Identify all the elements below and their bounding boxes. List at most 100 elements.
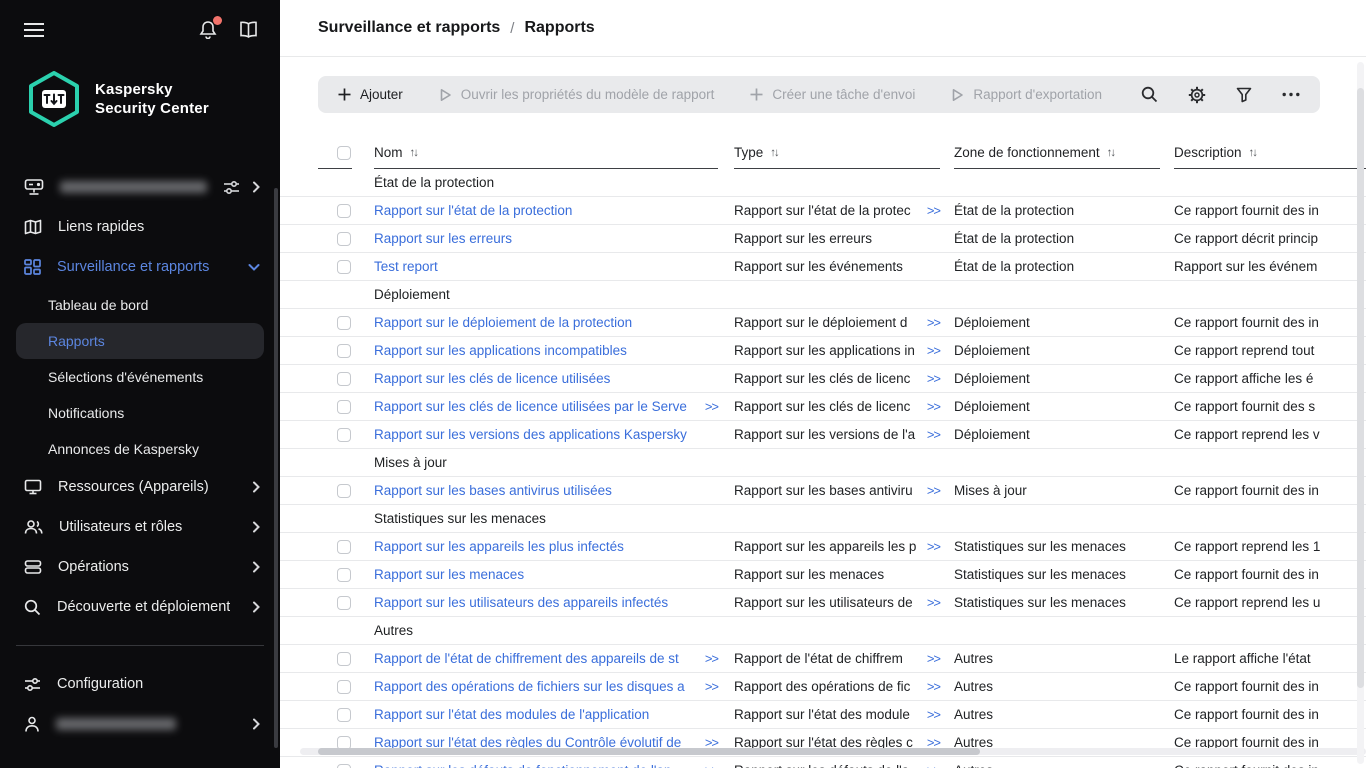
report-name-link[interactable]: Rapport sur les utilisateurs des apparei… <box>374 595 668 610</box>
row-checkbox[interactable] <box>337 372 351 386</box>
description-cell: Ce rapport fournit des in <box>1174 679 1366 694</box>
row-checkbox[interactable] <box>337 316 351 330</box>
add-report-button[interactable]: Ajouter <box>338 87 403 102</box>
row-checkbox[interactable] <box>337 204 351 218</box>
name-cell: Rapport sur les erreurs <box>374 231 734 246</box>
report-name-link[interactable]: Rapport sur le déploiement de la protect… <box>374 315 632 330</box>
type-text: Rapport sur les applications in <box>734 343 915 358</box>
report-name-link[interactable]: Rapport sur les appareils les plus infec… <box>374 539 624 554</box>
select-all-checkbox[interactable] <box>337 146 351 160</box>
sidebar-item-annonces-kaspersky[interactable]: Annonces de Kaspersky <box>0 431 280 467</box>
chevron-right-icon[interactable] <box>252 181 260 193</box>
row-checkbox[interactable] <box>337 680 351 694</box>
sidebar-item-tableau-de-bord[interactable]: Tableau de bord <box>0 287 280 323</box>
report-name-link[interactable]: Test report <box>374 259 438 274</box>
row-checkbox[interactable] <box>337 260 351 274</box>
sidebar-item-decouverte-et-deploiement[interactable]: Découverte et déploiement <box>0 587 280 627</box>
open-report-template-properties-button[interactable]: Ouvrir les propriétés du modèle de rappo… <box>439 87 715 102</box>
expand-type-link[interactable]: >> <box>921 399 940 414</box>
search-icon[interactable] <box>1141 86 1158 103</box>
report-name-link[interactable]: Rapport sur les défauts de fonctionnemen… <box>374 763 672 768</box>
ellipsis-icon[interactable] <box>1282 92 1300 97</box>
report-name-link[interactable]: Rapport de l'état de chiffrement des app… <box>374 651 679 666</box>
vertical-scrollbar-thumb[interactable] <box>1357 88 1364 688</box>
report-name-link[interactable]: Rapport sur les bases antivirus utilisée… <box>374 483 612 498</box>
type-cell: Rapport sur les défauts de l'a>> <box>734 763 954 768</box>
expand-type-link[interactable]: >> <box>921 203 940 218</box>
filter-icon[interactable] <box>1236 87 1252 103</box>
report-name-link[interactable]: Rapport sur les menaces <box>374 567 524 582</box>
vertical-scrollbar[interactable] <box>1357 62 1364 764</box>
expand-type-link[interactable]: >> <box>921 763 940 768</box>
sidebar-item-configuration[interactable]: Configuration <box>0 664 280 704</box>
row-checkbox[interactable] <box>337 652 351 666</box>
documentation-book-icon[interactable] <box>239 21 258 38</box>
app-logo: Kaspersky Security Center <box>28 71 280 127</box>
horizontal-scrollbar-thumb[interactable] <box>318 748 980 755</box>
report-name-link[interactable]: Rapport sur les versions des application… <box>374 427 687 442</box>
expand-type-link[interactable]: >> <box>921 427 940 442</box>
chevron-down-icon[interactable] <box>248 263 260 271</box>
sidebar-item-ressources-appareils[interactable]: Ressources (Appareils) <box>0 467 280 507</box>
report-name-link[interactable]: Rapport sur les erreurs <box>374 231 512 246</box>
sidebar-item-surveillance-et-rapports[interactable]: Surveillance et rapports <box>0 247 280 287</box>
sliders-icon <box>24 677 41 692</box>
gear-icon[interactable] <box>1188 86 1206 104</box>
row-checkbox[interactable] <box>337 764 351 768</box>
type-text: Rapport sur les clés de licenc <box>734 371 910 386</box>
row-checkbox[interactable] <box>337 344 351 358</box>
sidebar-item-notifications[interactable]: Notifications <box>0 395 280 431</box>
expand-type-link[interactable]: >> <box>921 679 940 694</box>
column-header-nom[interactable]: Nom↑↓ <box>374 137 718 169</box>
breadcrumb-surveillance-et-rapports[interactable]: Surveillance et rapports <box>318 19 500 37</box>
report-name-link[interactable]: Rapport des opérations de fichiers sur l… <box>374 679 685 694</box>
menu-icon[interactable] <box>24 22 44 38</box>
chevron-right-icon <box>252 481 260 493</box>
expand-type-link[interactable]: >> <box>921 483 940 498</box>
expand-type-link[interactable]: >> <box>921 315 940 330</box>
column-header-zone[interactable]: Zone de fonctionnement↑↓ <box>954 137 1160 169</box>
expand-type-link[interactable]: >> <box>921 595 940 610</box>
row-checkbox[interactable] <box>337 708 351 722</box>
row-checkbox[interactable] <box>337 568 351 582</box>
expand-type-link[interactable]: >> <box>921 371 940 386</box>
sidebar-item-utilisateurs-et-roles[interactable]: Utilisateurs et rôles <box>0 507 280 547</box>
expand-type-link[interactable]: >> <box>921 651 940 666</box>
expand-type-link[interactable]: >> <box>921 343 940 358</box>
expand-name-link[interactable]: >> <box>699 399 718 414</box>
report-name-link[interactable]: Rapport sur les applications incompatibl… <box>374 343 627 358</box>
row-checkbox[interactable] <box>337 596 351 610</box>
expand-type-link[interactable]: >> <box>921 539 940 554</box>
report-name-link[interactable]: Rapport sur les clés de licence utilisée… <box>374 371 610 386</box>
table-row: Rapport sur les utilisateurs des apparei… <box>280 589 1366 617</box>
report-name-link[interactable]: Rapport sur les clés de licence utilisée… <box>374 399 687 414</box>
zone-text: Déploiement <box>954 427 1030 442</box>
expand-name-link[interactable]: >> <box>699 763 718 768</box>
row-checkbox[interactable] <box>337 428 351 442</box>
expand-name-link[interactable]: >> <box>699 679 718 694</box>
sidebar-item-rapports[interactable]: Rapports <box>16 323 264 359</box>
report-name-link[interactable]: Rapport sur l'état des modules de l'appl… <box>374 707 649 722</box>
report-name-link[interactable]: Rapport sur l'état de la protection <box>374 203 572 218</box>
column-header-type[interactable]: Type↑↓ <box>734 137 940 169</box>
sidebar-item-current-user[interactable] <box>0 704 280 744</box>
column-header-description[interactable]: Description↑↓ <box>1174 137 1366 169</box>
sidebar-item-operations[interactable]: Opérations <box>0 547 280 587</box>
server-settings-sliders-icon[interactable] <box>223 180 240 195</box>
export-report-button[interactable]: Rapport d'exportation <box>951 87 1102 102</box>
sidebar-scrollbar[interactable] <box>274 188 278 748</box>
expand-type-link[interactable]: >> <box>921 707 940 722</box>
row-checkbox[interactable] <box>337 400 351 414</box>
expand-name-link[interactable]: >> <box>699 651 718 666</box>
create-delivery-task-button[interactable]: Créer une tâche d'envoi <box>750 87 915 102</box>
sidebar-item-selections-evenements[interactable]: Sélections d'événements <box>0 359 280 395</box>
description-text: Ce rapport fournit des in <box>1174 483 1319 498</box>
horizontal-scrollbar[interactable] <box>300 748 1366 755</box>
sidebar-item-server[interactable] <box>0 167 280 207</box>
checkbox-cell <box>318 232 374 246</box>
row-checkbox[interactable] <box>337 484 351 498</box>
sidebar-item-liens-rapides[interactable]: Liens rapides <box>0 207 280 247</box>
row-checkbox[interactable] <box>337 540 351 554</box>
notifications-bell-icon[interactable] <box>199 20 217 39</box>
row-checkbox[interactable] <box>337 232 351 246</box>
